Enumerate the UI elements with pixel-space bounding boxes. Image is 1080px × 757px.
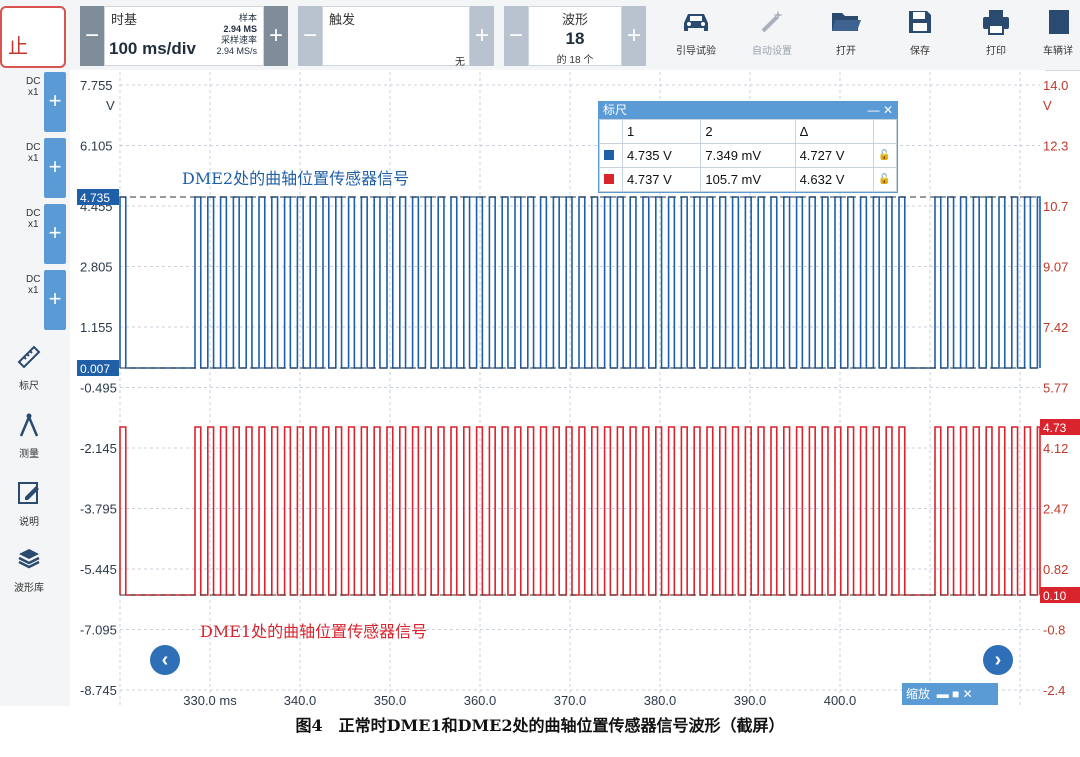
blue-high-marker: 4.735: [80, 191, 110, 205]
x-tick-label: 350.0: [374, 693, 407, 706]
unlock-icon[interactable]: 🔓: [873, 167, 897, 192]
zoom-panel[interactable]: 缩放 ▬ ■ ✕: [902, 683, 998, 705]
ruler-blue-v1: 4.735 V: [621, 143, 702, 168]
figure-caption: 图4 正常时DME1和DME2处的曲轴位置传感器信号波形（截屏）: [295, 716, 785, 735]
left-tick-label: 7.755: [80, 78, 113, 93]
right-tick-label: -2.4: [1043, 683, 1065, 698]
x-tick-label: 330.0 ms: [183, 693, 237, 706]
scroll-right-button[interactable]: ›: [983, 645, 1013, 675]
right-tick-label: -0.8: [1043, 623, 1065, 638]
unlock-icon[interactable]: 🔓: [873, 143, 897, 168]
blue-swatch: [604, 150, 614, 160]
left-tick-label: 6.105: [80, 139, 113, 154]
right-tick-label: 14.0: [1043, 78, 1068, 93]
red-low-marker: 0.10: [1043, 589, 1067, 603]
table-row: 4.735 V 7.349 mV 4.727 V 🔓: [599, 143, 897, 168]
close-icon[interactable]: ✕: [883, 103, 893, 117]
ruler-panel-title: 标尺: [603, 103, 628, 117]
ruler-red-delta: 4.632 V: [794, 167, 875, 192]
right-tick-label: 4.12: [1043, 441, 1068, 456]
left-tick-label: -5.445: [80, 562, 117, 577]
right-tick-label: 12.3: [1043, 139, 1068, 154]
ruler-header-row: 1 2 Δ: [599, 119, 897, 144]
left-axis-unit: V: [106, 98, 115, 113]
zoom-label: 缩放: [906, 687, 931, 701]
left-tick-label: -2.145: [80, 441, 117, 456]
x-tick-label: 380.0: [644, 693, 677, 706]
ruler-col-delta: Δ: [794, 119, 875, 144]
ruler-table: 1 2 Δ 4.735 V 7.349 mV 4.727 V 🔓 4.737 V…: [599, 119, 897, 192]
left-tick-label: -8.745: [80, 683, 117, 698]
x-tick-label: 340.0: [284, 693, 317, 706]
right-tick-label: 10.7: [1043, 199, 1068, 214]
x-tick-label: 360.0: [464, 693, 497, 706]
left-tick-label: 1.155: [80, 320, 113, 335]
zoom-controls[interactable]: ▬ ■ ✕: [933, 687, 973, 701]
ruler-blue-delta: 4.727 V: [794, 143, 875, 168]
series-label-dme2: DME2处的曲轴位置传感器信号: [182, 169, 410, 188]
x-tick-label: 390.0: [734, 693, 767, 706]
red-swatch: [604, 174, 614, 184]
left-tick-label: -7.095: [80, 623, 117, 638]
right-axis: 14.0 12.3 10.7 9.07 7.42 5.77 4.12 2.47 0.82 -0.8…: [1043, 78, 1068, 698]
chevron-left-icon: ‹: [161, 649, 169, 671]
table-row: 4.737 V 105.7 mV 4.632 V 🔓: [599, 167, 897, 192]
ruler-red-v2: 105.7 mV: [700, 167, 796, 192]
blue-low-marker: 0.007: [80, 362, 110, 376]
left-tick-label: -3.795: [80, 502, 117, 517]
left-tick-label: 2.805: [80, 260, 113, 275]
scroll-left-button[interactable]: ‹: [150, 645, 180, 675]
x-tick-label: 370.0: [554, 693, 587, 706]
right-tick-label: 7.42: [1043, 320, 1068, 335]
right-tick-label: 9.07: [1043, 260, 1068, 275]
ruler-col-2: 2: [700, 119, 796, 144]
right-tick-label: 0.82: [1043, 562, 1068, 577]
left-tick-label: -0.495: [80, 381, 117, 396]
chevron-right-icon: ›: [994, 649, 1002, 671]
red-high-marker: 4.73: [1043, 421, 1067, 435]
ruler-red-v1: 4.737 V: [621, 167, 702, 192]
minimize-icon[interactable]: —: [868, 103, 880, 117]
ruler-col-1: 1: [621, 119, 702, 144]
ruler-panel[interactable]: 标尺 — ✕ 1 2 Δ 4.735 V 7.349 mV 4.727 V 🔓 …: [598, 101, 898, 193]
right-tick-label: 5.77: [1043, 381, 1068, 396]
series-label-dme1: DME1处的曲轴位置传感器信号: [200, 622, 428, 641]
scope-plot[interactable]: 7.7556.1054.4552.8051.155-0.495-2.145-3.…: [0, 0, 1080, 706]
right-tick-label: 2.47: [1043, 502, 1068, 517]
ruler-panel-header[interactable]: 标尺 — ✕: [599, 102, 897, 119]
x-tick-label: 400.0: [824, 693, 857, 706]
ruler-blue-v2: 7.349 mV: [700, 143, 796, 168]
right-axis-unit: V: [1043, 98, 1052, 113]
